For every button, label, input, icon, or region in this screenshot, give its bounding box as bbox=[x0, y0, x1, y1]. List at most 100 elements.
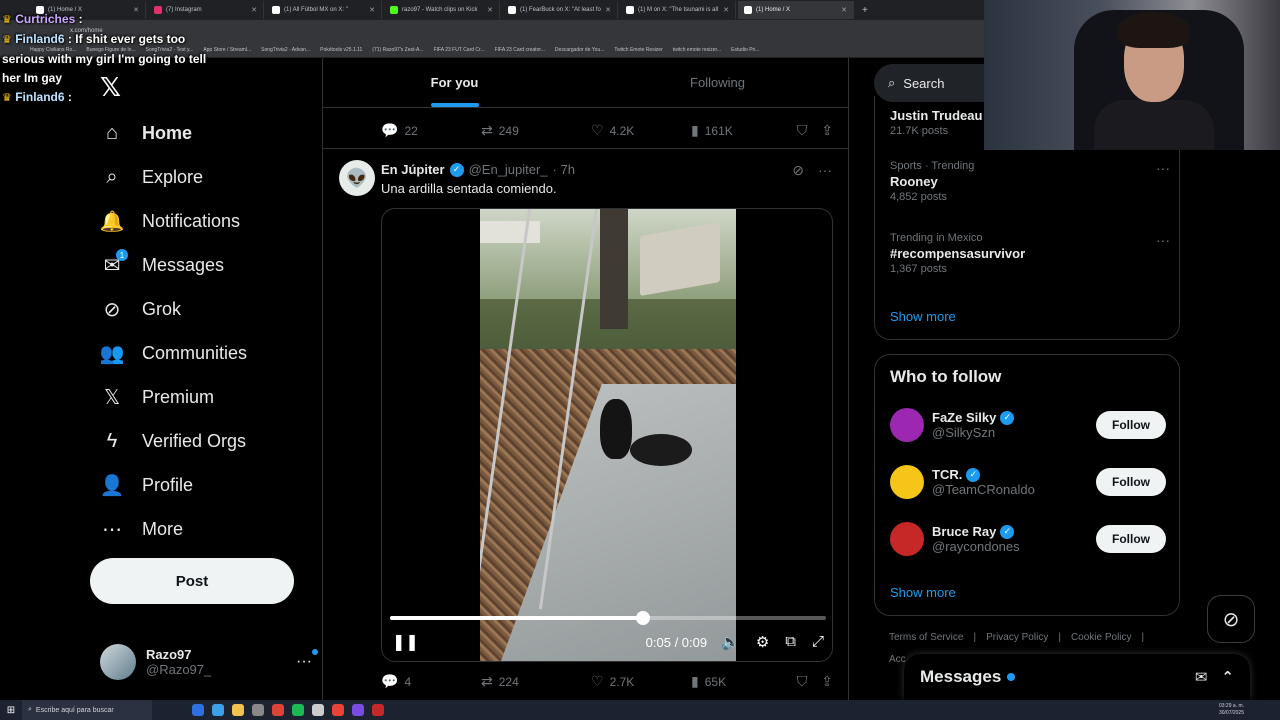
pip-icon[interactable]: ⧉ bbox=[785, 633, 796, 651]
nav-item-notifications[interactable]: 🔔 Notifications bbox=[100, 206, 241, 236]
nav-item-verified-orgs[interactable]: ϟ Verified Orgs bbox=[100, 426, 246, 456]
nav-item-explore[interactable]: ⌕ Explore bbox=[100, 162, 203, 192]
video-frame bbox=[480, 209, 736, 661]
browser-tab[interactable]: (1) All Fútbol MX on X: " ✕ bbox=[266, 1, 382, 19]
bookmark-item[interactable]: twitch emote resizer... bbox=[673, 47, 721, 53]
privacy-link[interactable]: Privacy Policy bbox=[986, 632, 1048, 643]
grok-icon[interactable]: ⊘ bbox=[792, 162, 804, 179]
share-icon[interactable]: ⇪ bbox=[821, 673, 833, 690]
accessibility-link[interactable]: Acc bbox=[889, 654, 906, 665]
nav-item-home[interactable]: ⌂ Home bbox=[100, 118, 192, 148]
pause-icon[interactable]: ❚❚ bbox=[392, 632, 419, 652]
bookmark-icon[interactable]: ⛉ bbox=[797, 673, 808, 690]
share-icon[interactable]: ⇪ bbox=[821, 122, 833, 139]
bookmark-item[interactable]: Descargador de You... bbox=[555, 47, 604, 53]
follow-show-more-link[interactable]: Show more bbox=[890, 585, 956, 600]
nav-item-more[interactable]: ⋯ More bbox=[100, 514, 183, 544]
reply-button[interactable]: 💬 22 bbox=[381, 122, 481, 139]
new-message-icon[interactable]: ✉ bbox=[1195, 668, 1208, 686]
app-icon[interactable] bbox=[252, 704, 264, 716]
bookmark-item[interactable]: Estudio Pri... bbox=[731, 47, 759, 53]
more-dots-icon[interactable]: ··· bbox=[296, 649, 318, 671]
close-tab-icon[interactable]: ✕ bbox=[487, 6, 493, 14]
follow-suggestion[interactable]: TCR. ✓ @TeamCRonaldo Follow bbox=[890, 462, 1166, 502]
browser-tab[interactable]: (1) Home / X ✕ bbox=[738, 1, 854, 19]
follow-button[interactable]: Follow bbox=[1096, 468, 1166, 496]
nav-item-messages[interactable]: ✉ 1 Messages bbox=[100, 249, 224, 280]
close-tab-icon[interactable]: ✕ bbox=[605, 6, 611, 14]
browser-tab[interactable]: razo97 - Watch clips on Kick ✕ bbox=[384, 1, 500, 19]
tab-following[interactable]: Following bbox=[586, 58, 849, 107]
nav-item-premium[interactable]: 𝕏 Premium bbox=[100, 382, 214, 412]
follow-button[interactable]: Follow bbox=[1096, 525, 1166, 553]
trend-item[interactable]: Trending in Mexico #recompensasurvivor 1… bbox=[890, 232, 1170, 275]
new-tab-icon[interactable]: + bbox=[856, 5, 868, 16]
tweet-time[interactable]: · 7h bbox=[553, 162, 575, 177]
trend-item[interactable]: Sports · Trending Rooney 4,852 posts ··· bbox=[890, 160, 1170, 203]
edge-icon[interactable] bbox=[212, 704, 224, 716]
messages-drawer[interactable]: Messages ✉ ⌃ bbox=[904, 654, 1250, 700]
expand-icon[interactable]: ⌃ bbox=[1221, 668, 1234, 686]
task-view-icon[interactable] bbox=[192, 704, 204, 716]
nav-item-communities[interactable]: 👥 Communities bbox=[100, 338, 247, 368]
cookie-link[interactable]: Cookie Policy bbox=[1071, 632, 1132, 643]
views-icon: ▮ bbox=[691, 673, 699, 689]
nav-item-profile[interactable]: 👤 Profile bbox=[100, 470, 193, 500]
taskbar-search[interactable]: ⌕ Escribe aquí para buscar bbox=[22, 700, 152, 720]
close-tab-icon[interactable]: ✕ bbox=[723, 6, 729, 14]
grok-fab-button[interactable]: ⊘ bbox=[1207, 595, 1255, 643]
more-dots-icon[interactable]: ··· bbox=[818, 162, 832, 179]
bookmark-item[interactable]: (71) Razo97's Zest-A... bbox=[372, 47, 423, 53]
tweet-actions: 💬 4 ⇄ 224 ♡ 2.7K ▮ 65K ⛉ ⇪ bbox=[381, 673, 833, 690]
file-explorer-icon[interactable] bbox=[232, 704, 244, 716]
like-button[interactable]: ♡ 2.7K bbox=[591, 673, 691, 690]
verified-badge-icon: ✓ bbox=[1000, 410, 1015, 425]
volume-icon[interactable]: 🔈 bbox=[721, 633, 740, 651]
more-dots-icon[interactable]: ··· bbox=[1156, 232, 1170, 248]
tweet-author-name[interactable]: En Júpiter bbox=[381, 162, 445, 177]
settings-icon[interactable]: ⚙ bbox=[756, 633, 769, 651]
bookmark-icon[interactable]: ⛉ bbox=[797, 122, 808, 139]
close-tab-icon[interactable]: ✕ bbox=[369, 6, 375, 14]
bookmark-item[interactable]: Pokétools v25.1.11 bbox=[320, 47, 362, 53]
system-clock[interactable]: 03:29 a. m. 30/07/2025 bbox=[1219, 703, 1280, 717]
bookmark-item[interactable]: FIFA 23 Card creator... bbox=[495, 47, 545, 53]
browser-tab[interactable]: (1) M on X: "The tsunami is all ✕ bbox=[620, 1, 736, 19]
follow-button[interactable]: Follow bbox=[1096, 411, 1166, 439]
app-icon[interactable] bbox=[372, 704, 384, 716]
scrubber-handle[interactable] bbox=[635, 611, 650, 625]
app-icon[interactable] bbox=[312, 704, 324, 716]
app-icon[interactable] bbox=[352, 704, 364, 716]
bookmark-item[interactable]: Twitch Emote Resizer bbox=[614, 47, 662, 53]
close-tab-icon[interactable]: ✕ bbox=[841, 6, 847, 14]
spotify-icon[interactable] bbox=[292, 704, 304, 716]
close-tab-icon[interactable]: ✕ bbox=[251, 6, 257, 14]
tweet-author-avatar[interactable]: 👽 bbox=[339, 160, 375, 196]
video-player[interactable]: ❚❚ 0:05 / 0:09 🔈 ⚙ ⧉ ⤢ bbox=[381, 208, 833, 662]
repost-button[interactable]: ⇄ 224 bbox=[481, 673, 591, 690]
tab-for-you[interactable]: For you bbox=[323, 58, 586, 107]
follow-suggestion[interactable]: Bruce Ray ✓ @raycondones Follow bbox=[890, 519, 1166, 559]
app-icon[interactable] bbox=[332, 704, 344, 716]
trends-show-more-link[interactable]: Show more bbox=[890, 309, 956, 324]
more-dots-icon[interactable]: ··· bbox=[1156, 160, 1170, 176]
tweet-author-handle[interactable]: @En_jupiter_ bbox=[469, 162, 548, 177]
repost-button[interactable]: ⇄ 249 bbox=[481, 122, 591, 139]
account-switcher[interactable]: Razo97 @Razo97_ ··· bbox=[100, 642, 318, 682]
browser-tab[interactable]: (1) FearBuck on X: "At least fo ✕ bbox=[502, 1, 618, 19]
envelope-icon: ✉ 1 bbox=[100, 249, 128, 277]
terms-link[interactable]: Terms of Service bbox=[889, 632, 963, 643]
follow-suggestion[interactable]: FaZe Silky ✓ @SilkySzn Follow bbox=[890, 405, 1166, 445]
bookmark-item[interactable]: SongTrivia2 - Advan... bbox=[261, 47, 310, 53]
reply-button[interactable]: 💬 4 bbox=[381, 673, 481, 690]
windows-start-icon[interactable]: ⊞ bbox=[0, 705, 22, 716]
views-button[interactable]: ▮ 161K bbox=[691, 122, 791, 139]
video-scrubber[interactable] bbox=[390, 611, 826, 625]
like-button[interactable]: ♡ 4.2K bbox=[591, 122, 691, 139]
post-button[interactable]: Post bbox=[90, 558, 294, 604]
views-button[interactable]: ▮ 65K bbox=[691, 673, 791, 690]
fullscreen-icon[interactable]: ⤢ bbox=[812, 633, 824, 651]
bookmark-item[interactable]: FIFA 23 FUT Card Cr... bbox=[434, 47, 485, 53]
nav-item-grok[interactable]: ⊘ Grok bbox=[100, 294, 181, 324]
chrome-icon[interactable] bbox=[272, 704, 284, 716]
